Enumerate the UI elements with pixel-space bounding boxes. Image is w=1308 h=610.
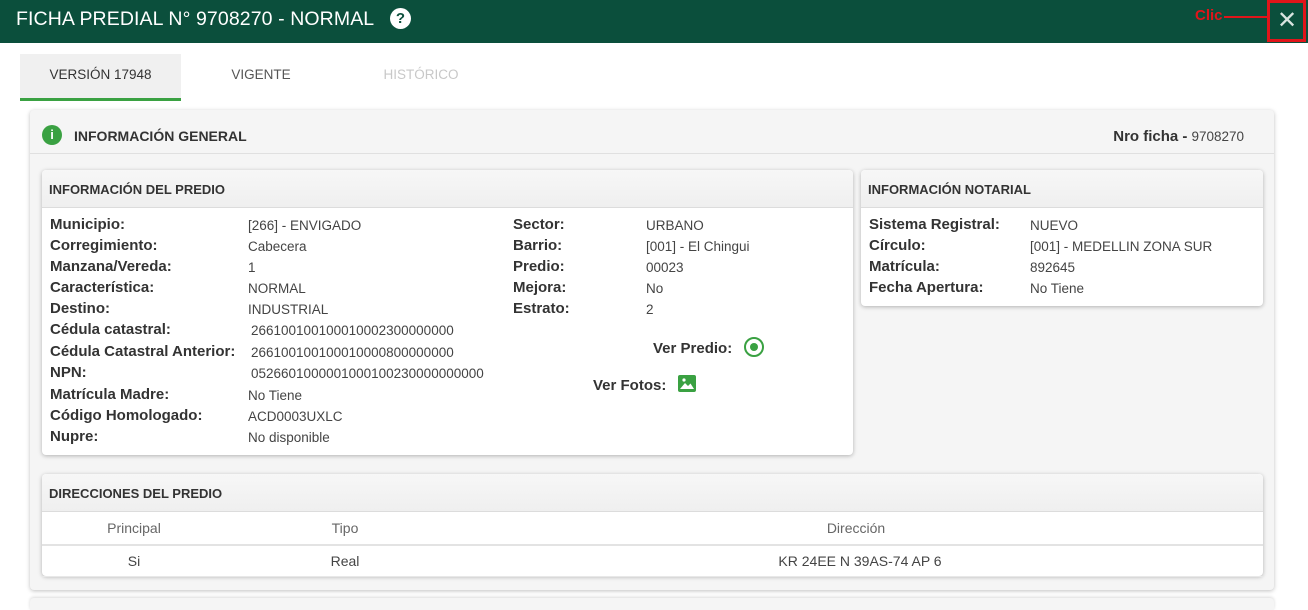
tab-bar: VERSIÓN 17948 VIGENTE HISTÓRICO xyxy=(20,54,1288,101)
field-label: Predio: xyxy=(513,258,565,275)
table-cell-direccion: KR 24EE N 39AS-74 AP 6 xyxy=(778,553,942,569)
field-value: URBANO xyxy=(646,218,704,233)
field-value: Cabecera xyxy=(248,239,307,254)
field-label: Estrato: xyxy=(513,300,570,317)
field-value: No xyxy=(646,281,664,296)
field-label: Corregimiento: xyxy=(50,237,158,254)
field-value: 0526601000001000100230000000000 xyxy=(251,366,484,381)
column-header-tipo[interactable]: Tipo xyxy=(295,520,395,536)
general-info-title: INFORMACIÓN GENERAL xyxy=(74,128,247,144)
field-value: NORMAL xyxy=(248,281,306,296)
field-label: Círculo: xyxy=(869,237,926,254)
image-icon-glyph xyxy=(680,378,694,389)
field-label: Matrícula: xyxy=(869,258,940,275)
info-icon: i xyxy=(42,125,62,145)
close-icon[interactable]: ✕ xyxy=(1277,6,1297,36)
field-value: INDUSTRIAL xyxy=(248,302,329,317)
field-label: Matrícula Madre: xyxy=(50,386,170,403)
field-value: No Tiene xyxy=(1030,281,1085,296)
tab-vigente[interactable]: VIGENTE xyxy=(181,54,341,101)
field-label: Característica: xyxy=(50,279,155,296)
table-cell-tipo: Real xyxy=(330,553,360,569)
column-header-principal[interactable]: Principal xyxy=(84,520,184,536)
field-value: 266100100100010002300000000 xyxy=(251,323,454,338)
notarial-info-card: INFORMACIÓN NOTARIAL Sistema Registral: N… xyxy=(861,170,1263,306)
tab-version[interactable]: VERSIÓN 17948 xyxy=(20,54,181,101)
field-value: No disponible xyxy=(248,430,330,445)
question-circle-icon[interactable]: ? xyxy=(390,8,411,29)
field-value: 00023 xyxy=(646,260,684,275)
field-label: Municipio: xyxy=(50,216,125,233)
ver-fotos-label: Ver Fotos: xyxy=(593,377,667,394)
field-label: NPN: xyxy=(50,364,87,381)
field-value: 892645 xyxy=(1030,260,1076,275)
field-label: Código Homologado: xyxy=(50,407,203,424)
field-label: Barrio: xyxy=(513,237,563,254)
close-button[interactable]: ✕ xyxy=(1267,0,1306,42)
location-target-icon[interactable] xyxy=(744,337,764,357)
field-value: NUEVO xyxy=(1030,218,1079,233)
click-annotation-label: Clic xyxy=(1195,7,1223,24)
field-label: Mejora: xyxy=(513,279,567,296)
column-header-direccion[interactable]: Dirección xyxy=(756,520,956,536)
field-label: Manzana/Vereda: xyxy=(50,258,172,275)
tab-historico: HISTÓRICO xyxy=(383,67,459,82)
field-value: [001] - El Chingui xyxy=(646,239,750,254)
field-label: Fecha Apertura: xyxy=(869,279,984,296)
field-value: 266100100100010000800000000 xyxy=(251,345,454,360)
field-value: [266] - ENVIGADO xyxy=(248,218,362,233)
table-cell-principal: Si xyxy=(127,553,141,569)
table-header-divider xyxy=(42,544,1263,546)
field-label: Nupre: xyxy=(50,428,99,445)
next-section-card xyxy=(30,598,1274,610)
image-icon[interactable] xyxy=(678,375,696,392)
field-label: Sistema Registral: xyxy=(869,216,1000,233)
title-bar: FICHA PREDIAL N° 9708270 - NORMAL ? xyxy=(0,0,1308,43)
field-label: Cédula catastral: xyxy=(50,321,171,338)
direcciones-title: DIRECCIONES DEL PREDIO xyxy=(42,474,1263,512)
table-row-divider xyxy=(42,576,1263,577)
field-value: [001] - MEDELLIN ZONA SUR xyxy=(1030,239,1213,254)
ficha-number: Nro ficha -9708270 xyxy=(1113,128,1244,145)
field-value: No Tiene xyxy=(248,388,303,403)
general-info-header: i INFORMACIÓN GENERAL Nro ficha -9708270 xyxy=(30,110,1274,154)
notarial-info-title: INFORMACIÓN NOTARIAL xyxy=(861,170,1263,208)
field-value: 2 xyxy=(646,302,654,317)
field-label: Sector: xyxy=(513,216,565,233)
field-label: Destino: xyxy=(50,300,110,317)
ver-predio-label: Ver Predio: xyxy=(653,340,733,357)
ficha-number-label: Nro ficha - xyxy=(1113,128,1188,145)
predio-info-card: INFORMACIÓN DEL PREDIO Municipio: [266] -… xyxy=(42,170,853,455)
page-title: FICHA PREDIAL N° 9708270 - NORMAL xyxy=(16,8,375,30)
ficha-number-value: 9708270 xyxy=(1191,129,1244,144)
predio-info-title: INFORMACIÓN DEL PREDIO xyxy=(42,170,853,208)
field-value: ACD0003UXLC xyxy=(248,409,343,424)
field-value: 1 xyxy=(248,260,256,275)
click-annotation-arrow xyxy=(1224,16,1268,18)
direcciones-card: DIRECCIONES DEL PREDIO Principal Tipo Di… xyxy=(42,474,1263,577)
field-label: Cédula Catastral Anterior: xyxy=(50,343,236,360)
